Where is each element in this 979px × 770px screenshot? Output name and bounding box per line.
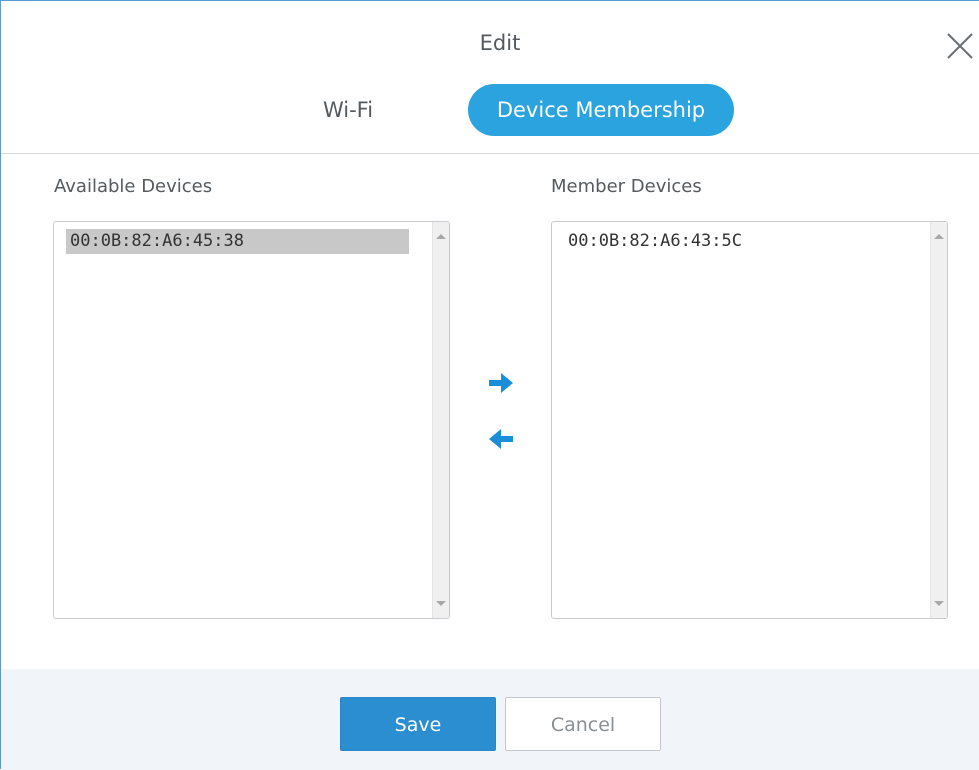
scroll-up-icon[interactable] — [934, 234, 944, 239]
scroll-up-icon[interactable] — [436, 234, 446, 239]
member-scrollbar[interactable] — [930, 222, 947, 618]
save-button[interactable]: Save — [340, 697, 496, 751]
remove-from-members-button[interactable] — [485, 426, 517, 452]
member-devices-items: 00:0B:82:A6:43:5C — [552, 222, 929, 618]
available-devices-items: 00:0B:82:A6:45:38 — [54, 222, 431, 618]
tab-wifi[interactable]: Wi-Fi — [298, 84, 398, 136]
add-to-members-button[interactable] — [485, 370, 517, 396]
member-devices-label: Member Devices — [551, 176, 702, 197]
member-devices-list[interactable]: 00:0B:82:A6:43:5C — [551, 221, 948, 619]
dialog-header: Edit Wi-Fi Device Membership — [1, 1, 979, 154]
available-scrollbar[interactable] — [432, 222, 449, 618]
close-icon — [947, 33, 973, 59]
arrow-left-icon — [489, 429, 513, 449]
edit-dialog: Edit Wi-Fi Device Membership Available D… — [0, 0, 979, 770]
available-devices-list[interactable]: 00:0B:82:A6:45:38 — [53, 221, 450, 619]
close-button[interactable] — [945, 31, 975, 61]
tab-device-membership[interactable]: Device Membership — [468, 84, 734, 136]
arrow-right-icon — [489, 373, 513, 393]
available-devices-label: Available Devices — [54, 176, 213, 197]
scroll-down-icon[interactable] — [436, 601, 446, 606]
dialog-title: Edit — [479, 31, 521, 55]
scroll-down-icon[interactable] — [934, 601, 944, 606]
list-item[interactable]: 00:0B:82:A6:45:38 — [66, 229, 409, 254]
cancel-button[interactable]: Cancel — [505, 697, 661, 751]
list-item[interactable]: 00:0B:82:A6:43:5C — [564, 229, 907, 254]
